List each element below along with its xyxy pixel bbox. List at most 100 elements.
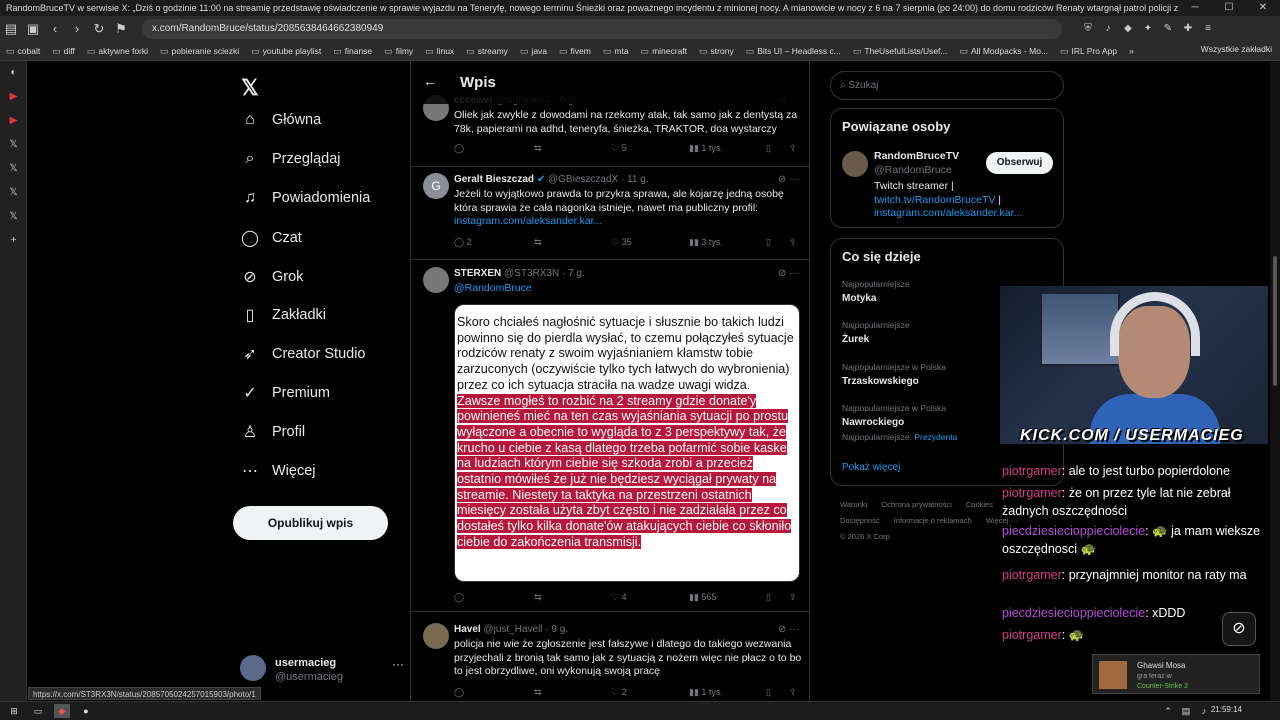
bookmark-item[interactable]: ▭ java [520,46,547,57]
tweet-image[interactable]: Skoro chciałeś nagłośnić sytuacje i słus… [454,304,800,582]
nav-item-9[interactable]: ⋯ Więcej [240,461,316,481]
bookmarks-overflow[interactable]: » [1129,46,1134,56]
extension-icon[interactable]: ✎ [1160,21,1176,37]
add-icon[interactable]: + [0,229,27,253]
share-icon[interactable]: ⇪ [789,687,797,698]
like-icon[interactable]: ♡ 4 [611,592,627,603]
like-icon[interactable]: ♡ 5 [611,143,627,154]
tray-icon[interactable]: ⌃ [1160,704,1176,718]
bookmark-item[interactable]: ▭ mta [603,46,629,57]
all-bookmarks[interactable]: Wszystkie zakładki [1201,44,1272,54]
extension-icon[interactable]: ✦ [1140,21,1156,37]
bookmark-item[interactable]: ▭ linux [425,46,454,57]
bookmark-item[interactable]: ▭ minecraft [641,46,687,57]
like-icon[interactable]: ♡ 2 [611,687,627,698]
bookmark-item[interactable]: ▭ youtube playlist [251,46,321,57]
nav-item-7[interactable]: ✓ Premium [240,383,330,403]
bookmark-item[interactable]: ▭ pobieranie sciezki [160,46,239,57]
bio-link[interactable]: twitch.tv/RandomBruceTV [874,194,995,206]
show-more-link[interactable]: Pokaż więcej [842,462,900,473]
trend-item[interactable]: Najpopularniejsze Motyka [842,279,910,304]
grok-icon[interactable]: ⊘ ··· [778,268,799,279]
x-icon[interactable]: 𝕏 [0,157,27,181]
bookmark-icon[interactable]: ▯ [766,143,771,154]
avatar[interactable] [842,151,868,177]
footer-link[interactable]: Dostępność [840,516,880,525]
chat-username[interactable]: piecdziesiecioppieciolecie [1002,524,1145,538]
account-switcher[interactable]: usermacieg @usermacieg ··· [240,655,404,689]
trend-item[interactable]: Najpopularniejsze Żurek [842,320,910,345]
footer-link[interactable]: Ochrona prywatności [881,500,951,509]
bookmark-item[interactable]: ▭ strony [699,46,734,57]
tweet-link[interactable]: instagram.com/aleksander.kar... [454,215,602,227]
reply-icon[interactable]: ◯ [454,592,464,603]
avatar[interactable] [423,623,449,649]
nav-item-2[interactable]: ♫ Powiadomienia [240,189,370,207]
views-icon[interactable]: ▮▮ 3 tys. [689,237,723,248]
more-icon[interactable]: ··· [392,657,404,671]
reply-icon[interactable]: ◯ [454,687,464,698]
scrollbar[interactable] [1270,61,1280,701]
scrollbar-thumb[interactable] [1273,256,1277,386]
reply-tweet[interactable]: Havel @just_Havell · 9 g. ⊘ ··· policja … [411,612,809,701]
forward-icon[interactable]: › [66,18,88,40]
folder-icon[interactable]: ▭ [30,704,46,718]
post-button[interactable]: Opublikuj wpis [233,506,388,540]
grok-icon[interactable]: ⊘ ··· [778,624,799,635]
bookmark-item[interactable]: ▭ diff [52,46,75,57]
back-icon[interactable]: ‹ [44,18,66,40]
follow-button[interactable]: Obserwuj [986,152,1053,174]
bookmark-item[interactable]: ▭ fivem [559,46,591,57]
share-icon[interactable]: ⇪ [789,592,797,603]
windows-icon[interactable]: ⊞ [6,704,22,718]
chat-username[interactable]: piotrgamer [1002,628,1062,642]
obs-icon[interactable]: ● [78,704,94,718]
author-name[interactable]: Geralt Bieszczad [454,174,534,185]
extension-icon[interactable]: ◆ [1120,21,1136,37]
bookmark-item[interactable]: ▭ streamy [466,46,508,57]
views-icon[interactable]: ▮▮ 1 tys. [689,143,723,154]
avatar[interactable] [423,267,449,293]
x-icon[interactable]: 𝕏 [0,205,27,229]
nav-item-4[interactable]: ⊘ Grok [240,267,303,287]
views-icon[interactable]: ▮▮ 1 tys. [689,687,723,698]
maximize-icon[interactable]: ☐ [1212,0,1246,16]
mention-link[interactable]: @RandomBruce [454,282,804,296]
author-handle[interactable]: @ST3RX3N [504,268,559,279]
reply-icon[interactable]: ◯ 2 [454,237,472,248]
puzzle-icon[interactable]: ✚ [1180,21,1196,37]
minimize-icon[interactable]: ─ [1178,0,1212,16]
bookmark-icon[interactable]: ▯ [766,687,771,698]
bookmark-item[interactable]: ▭ All Modpacks - Mo... [960,46,1049,57]
chat-username[interactable]: piotrgamer [1002,568,1062,582]
tabs-icon[interactable]: ▣ [22,18,44,40]
bookmark-item[interactable]: ▭ finanse [333,46,372,57]
footer-link[interactable]: Warunki [840,500,867,509]
chat-username[interactable]: piotrgamer [1002,486,1062,500]
chat-username[interactable]: piotrgamer [1002,464,1062,478]
menu-icon[interactable]: ≡ [1200,21,1216,37]
nav-item-3[interactable]: ◯ Czat [240,228,302,248]
nav-item-1[interactable]: ⌕ Przeglądaj [240,150,341,168]
youtube-icon[interactable]: ▶ [0,109,27,133]
bookmark-item[interactable]: ▭ IRL Pro App [1060,46,1117,57]
author-handle[interactable]: @GBieszczadX [548,174,618,185]
shield-icon[interactable]: ⛨ [1080,21,1096,37]
reply-tweet[interactable]: G Geralt Bieszczad ✔ @GBieszczadX · 11 g… [411,167,809,260]
reply-tweet[interactable]: STERXEN @ST3RX3N · 7 g. ⊘ ··· @RandomBru… [411,260,809,612]
volume-icon[interactable]: ♪ [1196,704,1212,718]
reload-icon[interactable]: ↻ [88,18,110,40]
nav-item-5[interactable]: ▯ Zakładki [240,305,326,325]
footer-link[interactable]: Informacje o reklamach [894,516,972,525]
like-icon[interactable]: ♡ 35 [611,237,632,248]
grok-icon[interactable]: ⊘ ··· [778,174,799,185]
trend-item[interactable]: Najpopularniejsze w Polska Nawrockiego N… [842,403,957,442]
author-name[interactable]: STERXEN [454,268,501,279]
x-icon[interactable]: 𝕏 [0,133,27,157]
bookmark-item[interactable]: ▭ TheUsefulLists/Usef... [853,46,948,57]
retweet-icon[interactable]: ⇆ [534,592,542,603]
reply-icon[interactable]: ◯ [454,143,464,154]
retweet-icon[interactable]: ⇆ [534,687,542,698]
bookmark-item[interactable]: ▭ Bits UI – Headless c... [746,46,841,57]
bookmark-icon[interactable]: ▯ [766,592,771,603]
